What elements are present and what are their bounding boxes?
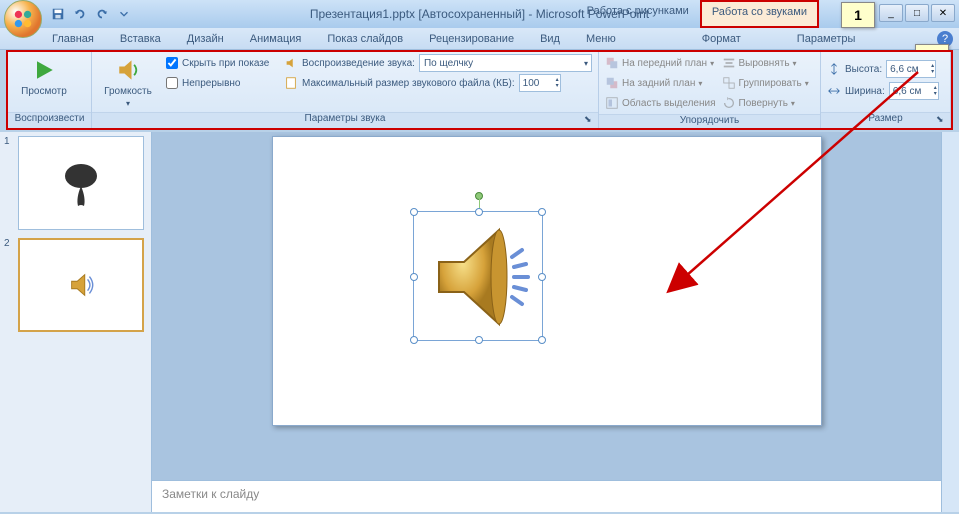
quick-access-toolbar	[48, 4, 134, 24]
tab-menu[interactable]: Меню	[582, 31, 620, 47]
speaker-icon	[66, 270, 96, 300]
speaker-object-icon	[414, 212, 544, 342]
group-arrange: На передний план▾ На задний план▾ Област…	[599, 52, 821, 128]
rotate-button[interactable]: Повернуть▾	[722, 94, 809, 112]
tab-insert[interactable]: Вставка	[116, 31, 165, 47]
work-area: 1 2	[0, 132, 959, 512]
max-size-label: Максимальный размер звукового файла (КБ)…	[302, 78, 515, 89]
volume-label: Громкость	[104, 86, 152, 97]
thumbnail-2-preview	[18, 238, 144, 332]
resize-handle-e[interactable]	[538, 273, 546, 281]
resize-handle-w[interactable]	[410, 273, 418, 281]
qat-dropdown-icon[interactable]	[114, 4, 134, 24]
volume-button[interactable]: Громкость ▾	[98, 54, 158, 110]
ribbon: Просмотр Воспроизвести Громкость ▾ Скрыт…	[6, 50, 953, 130]
sound-icon	[284, 56, 298, 70]
context-tab-sounds[interactable]: Работа со звуками	[700, 0, 819, 28]
selected-object[interactable]	[413, 211, 543, 341]
slide	[272, 136, 822, 426]
slide-canvas[interactable]	[152, 132, 941, 480]
thumbnail-1[interactable]: 1	[4, 136, 147, 230]
resize-handle-nw[interactable]	[410, 208, 418, 216]
window-controls: _ □ ✕	[879, 4, 955, 22]
minimize-button[interactable]: _	[879, 4, 903, 22]
size-dialog-launcher[interactable]: ⬊	[936, 114, 948, 126]
office-button[interactable]	[4, 0, 42, 38]
tab-animation[interactable]: Анимация	[246, 31, 306, 47]
slides-panel: 1 2	[0, 132, 152, 512]
close-button[interactable]: ✕	[931, 4, 955, 22]
sound-params-dialog-launcher[interactable]: ⬊	[584, 114, 596, 126]
continuous-checkbox[interactable]: Непрерывно	[166, 74, 276, 92]
height-label: Высота:	[845, 64, 882, 75]
align-button[interactable]: Выровнять▾	[722, 54, 809, 72]
play-mode-dropdown[interactable]: По щелчку	[419, 54, 592, 72]
send-back-button[interactable]: На задний план▾	[605, 74, 716, 92]
redo-icon[interactable]	[92, 4, 112, 24]
thumbnail-1-preview	[18, 136, 144, 230]
group-arrange-label: Упорядочить	[599, 114, 820, 128]
group-size-label: Размер	[821, 112, 950, 128]
resize-handle-se[interactable]	[538, 336, 546, 344]
bring-front-button[interactable]: На передний план▾	[605, 54, 716, 72]
thumbnail-2[interactable]: 2	[4, 238, 147, 332]
canvas-area: Заметки к слайду	[152, 132, 941, 512]
chevron-down-icon: ▾	[126, 99, 130, 108]
hide-on-show-checkbox[interactable]: Скрыть при показе	[166, 54, 276, 72]
width-spinner[interactable]: 6,6 см	[889, 82, 939, 100]
height-spinner[interactable]: 6,6 см	[886, 60, 936, 78]
image-icon	[56, 158, 106, 208]
resize-handle-sw[interactable]	[410, 336, 418, 344]
callout-1: 1	[841, 2, 875, 28]
tab-design[interactable]: Дизайн	[183, 31, 228, 47]
save-icon[interactable]	[48, 4, 68, 24]
selection-pane-button[interactable]: Область выделения	[605, 94, 716, 112]
notes-pane[interactable]: Заметки к слайду	[152, 480, 941, 512]
width-label: Ширина:	[845, 86, 885, 97]
group-play-label: Воспроизвести	[8, 112, 91, 128]
tab-review[interactable]: Рецензирование	[425, 31, 518, 47]
file-size-icon	[284, 76, 298, 90]
group-sound-params: Громкость ▾ Скрыть при показе Непрерывно…	[92, 52, 599, 128]
ribbon-tabs: Главная Вставка Дизайн Анимация Показ сл…	[0, 28, 959, 50]
preview-label: Просмотр	[21, 86, 67, 97]
group-play: Просмотр Воспроизвести	[8, 52, 92, 128]
max-size-spinner[interactable]: 100	[519, 74, 561, 92]
width-icon	[827, 84, 841, 98]
group-button[interactable]: Группировать▾	[722, 74, 809, 92]
context-tab-pictures[interactable]: Работа с рисунками	[576, 0, 700, 28]
preview-button[interactable]: Просмотр	[14, 54, 74, 99]
group-size: Высота:6,6 см Ширина:6,6 см Размер ⬊	[821, 52, 951, 128]
resize-handle-ne[interactable]	[538, 208, 546, 216]
undo-icon[interactable]	[70, 4, 90, 24]
tab-format[interactable]: Формат	[698, 31, 745, 47]
contextual-tabs: Работа с рисунками Работа со звуками	[576, 0, 819, 28]
title-bar: Презентация1.pptx [Автосохраненный] - Mi…	[0, 0, 959, 28]
height-icon	[827, 62, 841, 76]
play-sound-label: Воспроизведение звука:	[302, 58, 415, 69]
tab-view[interactable]: Вид	[536, 31, 564, 47]
tab-home[interactable]: Главная	[48, 31, 98, 47]
vertical-scrollbar[interactable]	[941, 132, 959, 512]
resize-handle-s[interactable]	[475, 336, 483, 344]
tab-slideshow[interactable]: Показ слайдов	[323, 31, 407, 47]
resize-handle-n[interactable]	[475, 208, 483, 216]
maximize-button[interactable]: □	[905, 4, 929, 22]
group-sound-params-label: Параметры звука	[92, 112, 598, 128]
tab-params[interactable]: Параметры	[793, 31, 860, 47]
